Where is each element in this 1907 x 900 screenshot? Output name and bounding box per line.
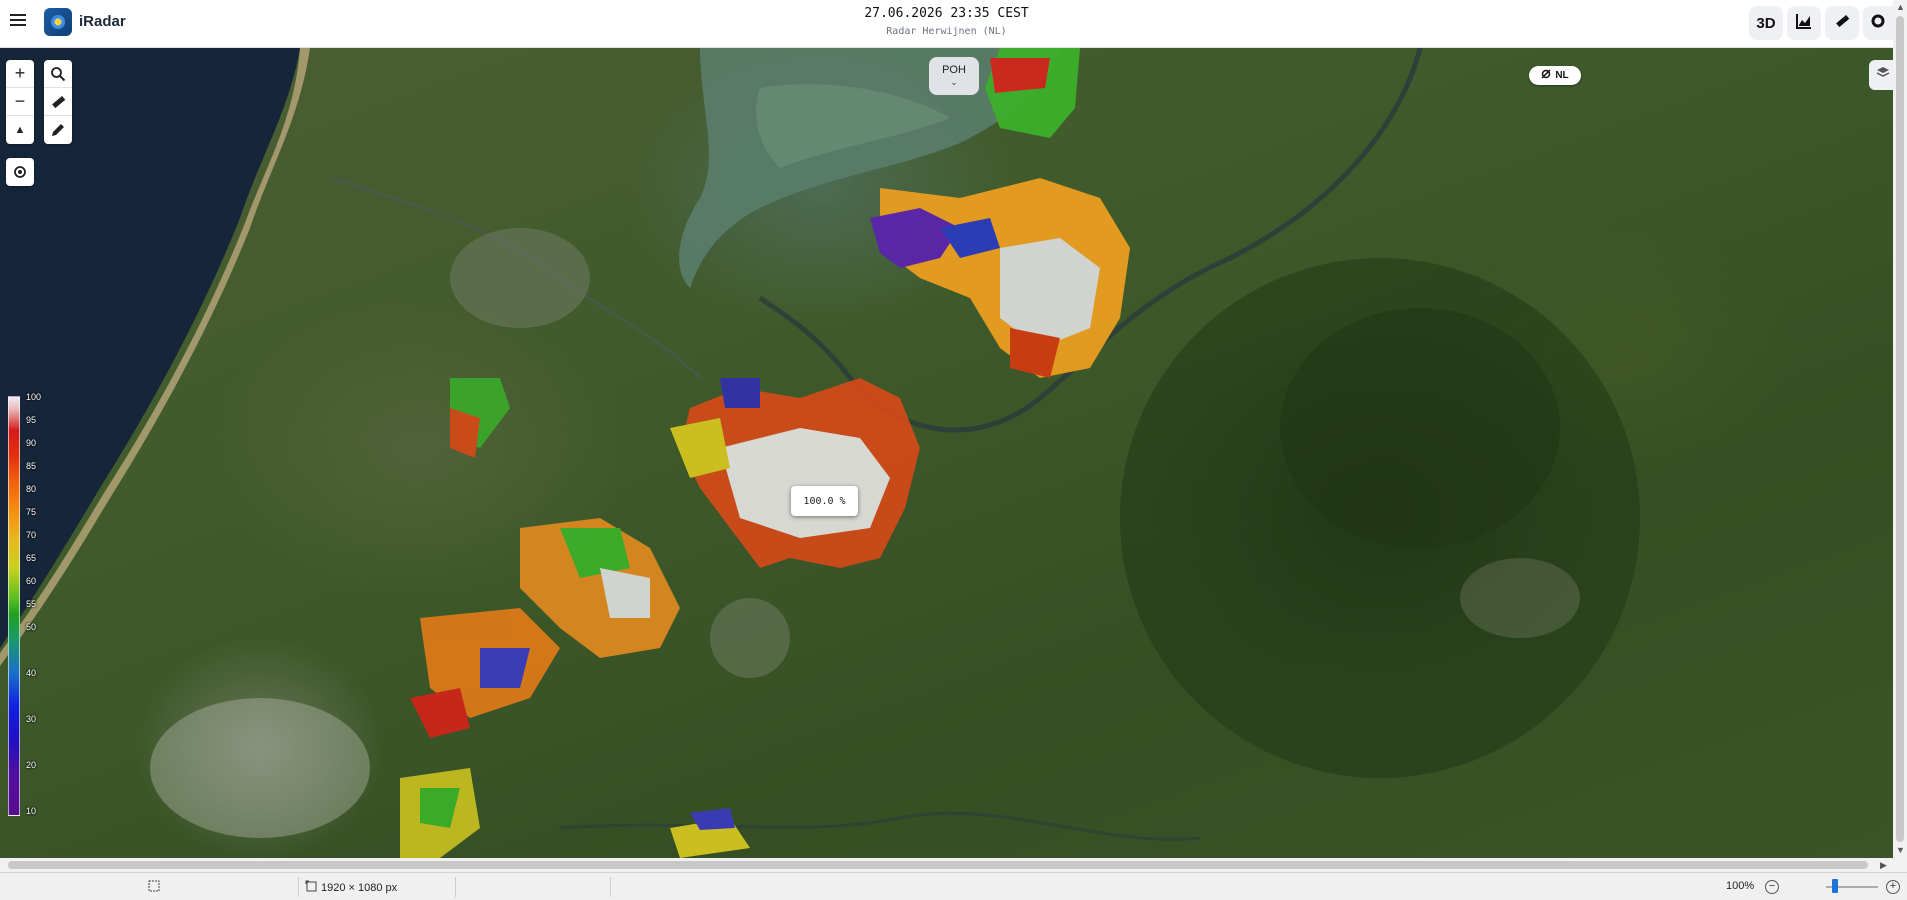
ruler-icon[interactable]	[44, 88, 72, 116]
tool-controls	[44, 60, 72, 144]
chart-icon	[1796, 13, 1812, 33]
radar-map[interactable]: + − ▲ 100 95 90 85 80 75 70 65 60 55 50 …	[0, 48, 1893, 858]
dimensions-label: 1920 × 1080 px	[321, 881, 398, 894]
legend-tick: 20	[26, 760, 37, 770]
3d-button[interactable]: 3D	[1749, 6, 1783, 40]
zoom-out-button[interactable]: −	[6, 88, 34, 116]
image-dimensions: 1920 × 1080 px	[305, 880, 397, 895]
viewport: + − ▲ 100 95 90 85 80 75 70 65 60 55 50 …	[0, 0, 1893, 858]
legend-tick: 95	[26, 415, 37, 425]
search-icon[interactable]	[44, 60, 72, 88]
legend-tick: 10	[26, 806, 37, 816]
selection-icon	[148, 880, 160, 892]
legend-tick: 40	[26, 668, 37, 678]
scroll-down-icon[interactable]: ▼	[1896, 845, 1905, 855]
product-selector-label: POH	[942, 64, 966, 76]
country-badge[interactable]: NL	[1529, 66, 1581, 85]
status-separator	[298, 877, 299, 897]
zoom-controls: + − ▲	[6, 60, 34, 144]
locate-icon[interactable]	[6, 158, 34, 186]
legend-tick: 30	[26, 714, 37, 724]
scroll-up-icon[interactable]: ▲	[1896, 2, 1905, 12]
status-bar: 1920 × 1080 px 100% − +	[0, 872, 1907, 900]
vertical-scroll-thumb[interactable]	[1896, 16, 1904, 842]
layers-button[interactable]	[1869, 60, 1893, 90]
horizontal-scrollbar[interactable]: ▶	[0, 858, 1907, 872]
legend-color-bar	[8, 396, 20, 816]
map-base-layer	[0, 48, 1640, 858]
value-tooltip: 100.0 %	[791, 486, 858, 516]
legend-tick: 80	[26, 484, 37, 494]
legend-tick: 85	[26, 461, 37, 471]
legend-tick: 75	[26, 507, 37, 517]
zoom-in-button[interactable]: +	[6, 60, 34, 88]
compass-icon[interactable]: ▲	[6, 116, 34, 144]
radar-station: Radar Herwijnen (NL)	[886, 26, 1007, 37]
ruler-icon	[1834, 13, 1850, 33]
legend-tick: 65	[26, 553, 37, 563]
settings-button[interactable]	[1863, 6, 1893, 40]
legend-tick: 60	[26, 576, 37, 586]
layers-icon	[1876, 66, 1890, 85]
chevron-down-icon: ⌄	[950, 77, 958, 87]
zoom-level: 100%	[1726, 880, 1755, 892]
zoom-slider-thumb[interactable]	[1832, 879, 1838, 893]
legend-tick: 50	[26, 622, 37, 632]
satellite-icon	[1541, 69, 1551, 82]
zoom-out-icon[interactable]: −	[1765, 880, 1779, 894]
vertical-scrollbar[interactable]: ▲ ▼	[1893, 0, 1907, 858]
ruler-button[interactable]	[1825, 6, 1859, 40]
poh-legend: 100 95 90 85 80 75 70 65 60 55 50 40 30 …	[4, 392, 50, 816]
legend-tick: 70	[26, 530, 37, 540]
dimensions-icon	[305, 880, 317, 895]
radar-datetime: 27.06.2026 23:35 CEST	[864, 6, 1029, 21]
status-separator	[610, 877, 611, 897]
pencil-icon[interactable]	[44, 116, 72, 144]
gear-icon	[1870, 13, 1886, 33]
country-badge-label: NL	[1555, 70, 1569, 81]
locate-control	[6, 158, 34, 186]
top-bar: iRadar 27.06.2026 23:35 CEST Radar Herwi…	[0, 0, 1893, 48]
chart-button[interactable]	[1787, 6, 1821, 40]
legend-tick: 55	[26, 599, 37, 609]
scroll-right-icon[interactable]: ▶	[1880, 860, 1887, 871]
horizontal-scroll-thumb[interactable]	[8, 861, 1868, 869]
zoom-in-icon[interactable]: +	[1886, 880, 1900, 894]
product-selector[interactable]: POH ⌄	[929, 57, 979, 95]
status-separator	[455, 877, 456, 897]
legend-tick: 100	[26, 392, 42, 402]
legend-tick: 90	[26, 438, 37, 448]
